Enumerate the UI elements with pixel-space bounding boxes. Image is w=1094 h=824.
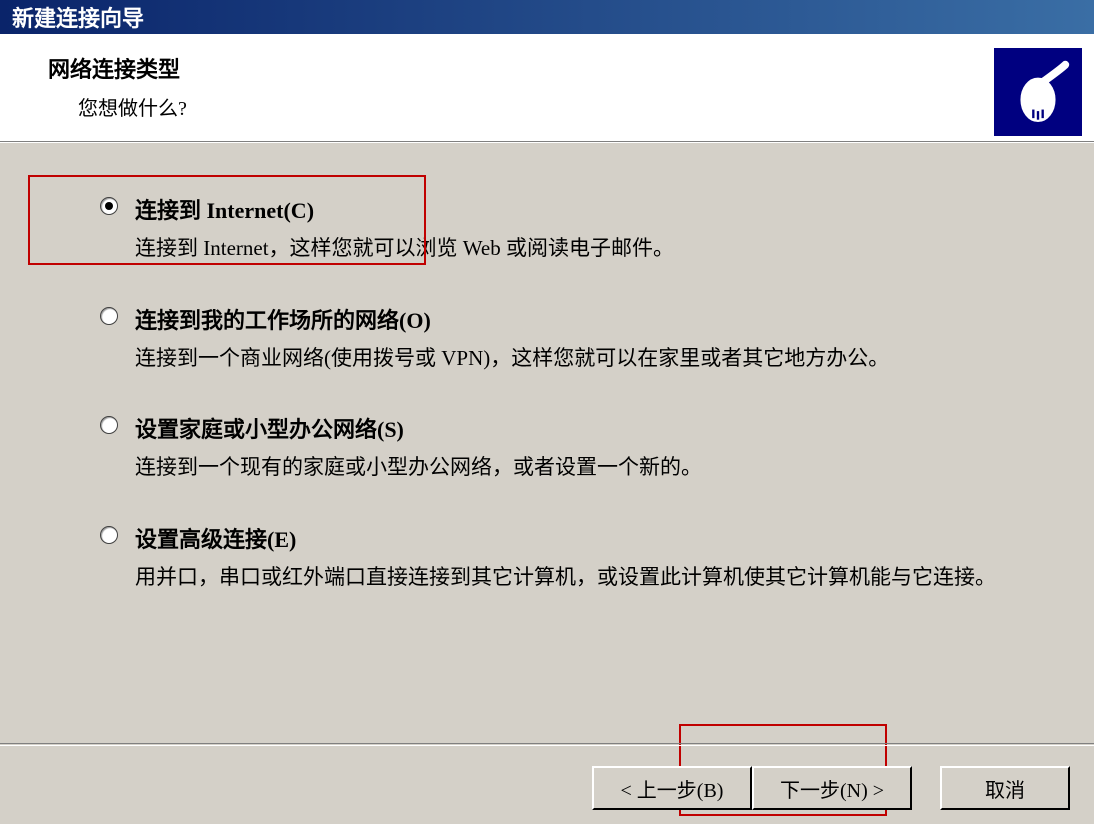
- wizard-header: 网络连接类型 您想做什么?: [0, 34, 1094, 142]
- option-label: 设置家庭或小型办公网络(S): [135, 412, 1015, 444]
- option-label: 连接到 Internet(C): [135, 193, 1015, 225]
- option-desc: 用并口，串口或红外端口直接连接到其它计算机，或设置此计算机使其它计算机能与它连接…: [135, 562, 1015, 594]
- option-desc: 连接到一个现有的家庭或小型办公网络，或者设置一个新的。: [135, 452, 1015, 484]
- window-title: 新建连接向导: [12, 1, 144, 33]
- connector-icon: [994, 48, 1082, 136]
- divider: [0, 745, 1094, 746]
- title-bar: 新建连接向导: [0, 0, 1094, 34]
- radio-icon[interactable]: [100, 307, 118, 325]
- option-label: 连接到我的工作场所的网络(O): [135, 303, 1015, 335]
- radio-icon[interactable]: [100, 197, 118, 215]
- next-button[interactable]: 下一步(N) >: [752, 766, 912, 810]
- wizard-footer: < 上一步(B) 下一步(N) > 取消: [0, 743, 1094, 810]
- option-setup-home-network[interactable]: 设置家庭或小型办公网络(S) 连接到一个现有的家庭或小型办公网络，或者设置一个新…: [100, 412, 1034, 484]
- option-desc: 连接到 Internet，这样您就可以浏览 Web 或阅读电子邮件。: [135, 233, 1015, 265]
- option-desc: 连接到一个商业网络(使用拨号或 VPN)，这样您就可以在家里或者其它地方办公。: [135, 343, 1015, 375]
- radio-icon[interactable]: [100, 416, 118, 434]
- page-subtitle: 您想做什么?: [78, 92, 1064, 121]
- back-button[interactable]: < 上一步(B): [592, 766, 752, 810]
- options-panel: 连接到 Internet(C) 连接到 Internet，这样您就可以浏览 We…: [0, 143, 1094, 593]
- option-label: 设置高级连接(E): [135, 522, 1015, 554]
- radio-icon[interactable]: [100, 526, 118, 544]
- cancel-button[interactable]: 取消: [940, 766, 1070, 810]
- page-title: 网络连接类型: [48, 52, 1064, 84]
- option-advanced-connection[interactable]: 设置高级连接(E) 用并口，串口或红外端口直接连接到其它计算机，或设置此计算机使…: [100, 522, 1034, 594]
- option-connect-internet[interactable]: 连接到 Internet(C) 连接到 Internet，这样您就可以浏览 We…: [100, 193, 1034, 265]
- option-connect-workplace[interactable]: 连接到我的工作场所的网络(O) 连接到一个商业网络(使用拨号或 VPN)，这样您…: [100, 303, 1034, 375]
